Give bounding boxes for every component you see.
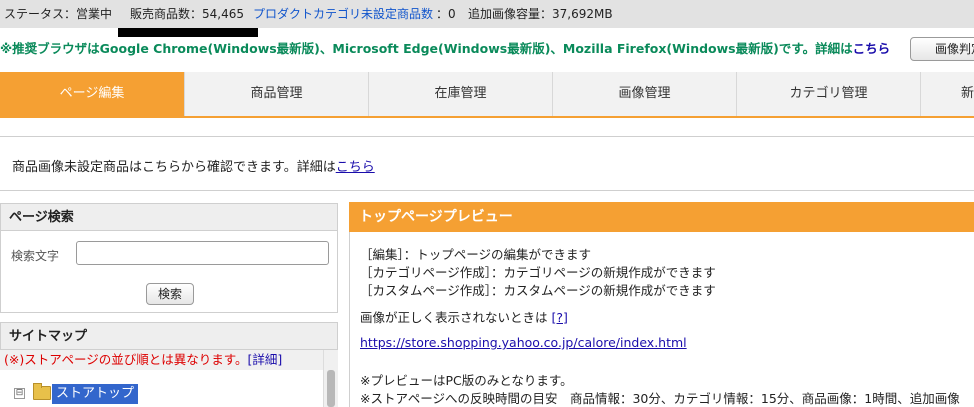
store-url-link[interactable]: https://store.shopping.yahoo.co.jp/calor… [360, 335, 687, 350]
tab-page-edit[interactable]: ページ編集 [0, 72, 185, 116]
sitemap-order-note-text: (※)ストアページの並び順とは異なります。 [4, 352, 248, 367]
store-status: ステータス：営業中 [4, 7, 113, 21]
image-capacity: 追加画像容量：37,692MB [468, 7, 613, 21]
divider [0, 136, 974, 137]
tab-new[interactable]: 新 [921, 72, 974, 116]
tree-collapse-icon[interactable]: ⊟ [14, 388, 25, 399]
preview-note-pc: ※プレビューはPC版のみとなります。 [360, 373, 573, 388]
search-button[interactable]: 検索 [146, 283, 194, 305]
tab-category-management[interactable]: カテゴリ管理 [737, 72, 921, 116]
tab-image-management[interactable]: 画像管理 [553, 72, 737, 116]
preview-title: トップページプレビュー [349, 202, 974, 232]
search-input[interactable] [76, 241, 329, 265]
tab-inventory-management[interactable]: 在庫管理 [369, 72, 553, 116]
tab-product-management[interactable]: 商品管理 [185, 72, 369, 116]
preview-help-category: ［カテゴリページ作成］：カテゴリページの新規作成ができます [360, 265, 716, 280]
sitemap-detail-link[interactable]: [詳細] [247, 352, 282, 367]
divider [0, 190, 974, 191]
sitemap-node-store-top[interactable]: ストアトップ [52, 384, 139, 404]
preview-help-custom: ［カスタムページ作成］：カスタムページの新規作成ができます [360, 283, 716, 298]
unset-category-count: ：0 [436, 7, 456, 21]
scrollbar-thumb[interactable] [327, 370, 335, 407]
browser-notice: ※推奨ブラウザはGoogle Chrome(Windows最新版)、Micros… [0, 38, 890, 60]
items-count: 販売商品数：54,465 [130, 7, 244, 21]
unset-image-info-link[interactable]: こちら [336, 160, 375, 175]
preview-panel: ［編集］：トップページの編集ができます ［カテゴリページ作成］：カテゴリページの… [349, 232, 974, 407]
preview-help-edit: ［編集］：トップページの編集ができます [360, 247, 592, 262]
browser-notice-link[interactable]: こちら [853, 41, 891, 56]
sitemap-order-note: (※)ストアページの並び順とは異なります。[詳細] [0, 350, 323, 370]
image-help-link[interactable]: [?] [552, 310, 568, 325]
page-search-title: ページ検索 [0, 203, 338, 231]
browser-notice-text: ※推奨ブラウザはGoogle Chrome(Windows最新版)、Micros… [0, 41, 853, 56]
redaction-bar [118, 28, 258, 37]
unset-image-info: 商品画像未設定商品はこちらから確認できます。詳細はこちら [12, 156, 375, 175]
sitemap-scrollbar[interactable] [323, 350, 338, 407]
preview-note-timing: ※ストアページへの反映時間の目安 商品情報：30分、カテゴリ情報：15分、商品画… [360, 391, 960, 406]
image-help-text: 画像が正しく表示されないときは [360, 310, 548, 325]
sitemap-title: サイトマップ [0, 322, 338, 350]
search-label: 検索文字 [11, 249, 60, 263]
image-check-button[interactable]: 画像判定 [910, 37, 974, 61]
unset-category-link[interactable]: プロダクトカテゴリ未設定商品数 [253, 0, 433, 28]
folder-icon [33, 383, 51, 400]
page-search-panel: 検索文字 検索 [0, 231, 338, 313]
image-help: 画像が正しく表示されないときは [?] [360, 307, 568, 326]
unset-image-info-text: 商品画像未設定商品はこちらから確認できます。詳細は [12, 160, 336, 175]
main-tabs: ページ編集 商品管理 在庫管理 画像管理 カテゴリ管理 新 [0, 72, 974, 118]
status-bar: ステータス：営業中 販売商品数：54,465 プロダクトカテゴリ未設定商品数 ：… [0, 0, 974, 28]
